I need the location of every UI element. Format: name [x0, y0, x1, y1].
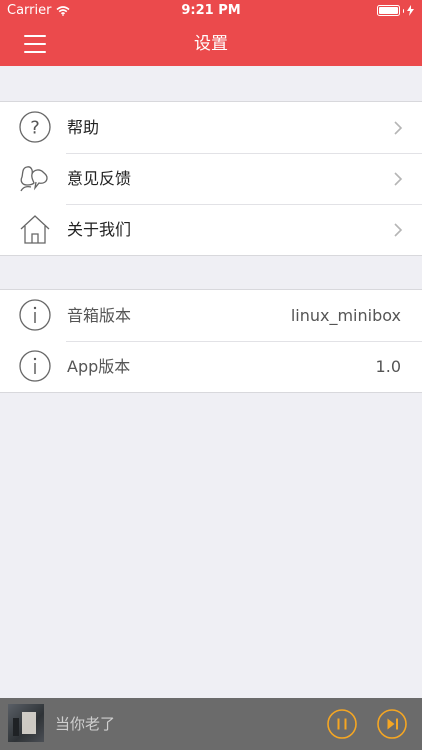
feedback-icon	[20, 166, 48, 192]
feedback-row[interactable]: 意见反馈	[0, 153, 422, 204]
about-label: 关于我们	[67, 220, 132, 239]
home-icon	[20, 215, 50, 244]
info-group: 音箱版本 linux_minibox App版本 1.0	[0, 289, 422, 393]
speaker-version-label: 音箱版本	[67, 306, 132, 325]
speaker-version-value: linux_minibox	[290, 306, 401, 325]
mini-player[interactable]: 当你老了	[0, 698, 422, 750]
header-bar: Carrier 9:21 PM 设置	[0, 0, 422, 66]
chevron-right-icon	[394, 172, 403, 186]
song-title: 当你老了	[55, 715, 116, 733]
svg-text:?: ?	[30, 118, 40, 139]
album-cover[interactable]	[8, 704, 44, 742]
chevron-right-icon	[394, 223, 403, 237]
menu-group: ? 帮助 意见反馈 关于我们	[0, 101, 422, 256]
help-icon: ?	[19, 111, 51, 143]
skip-next-icon[interactable]	[376, 708, 408, 740]
pause-icon[interactable]	[326, 708, 358, 740]
app-version-value: 1.0	[375, 357, 401, 376]
app-version-label: App版本	[67, 357, 131, 376]
help-row[interactable]: ? 帮助	[0, 102, 422, 153]
status-time: 9:21 PM	[181, 3, 241, 18]
page-title: 设置	[194, 34, 228, 54]
feedback-label: 意见反馈	[67, 169, 132, 188]
speaker-version-row: 音箱版本 linux_minibox	[0, 290, 422, 341]
chevron-right-icon	[394, 121, 403, 135]
battery-icon	[376, 5, 414, 16]
navigation-bar: 设置	[0, 22, 422, 66]
info-icon	[19, 350, 51, 382]
help-label: 帮助	[67, 118, 100, 137]
info-icon	[19, 299, 51, 331]
status-bar: Carrier 9:21 PM	[0, 0, 422, 22]
app-version-row: App版本 1.0	[0, 341, 422, 392]
charging-bolt-icon	[407, 5, 414, 16]
about-row[interactable]: 关于我们	[0, 204, 422, 255]
